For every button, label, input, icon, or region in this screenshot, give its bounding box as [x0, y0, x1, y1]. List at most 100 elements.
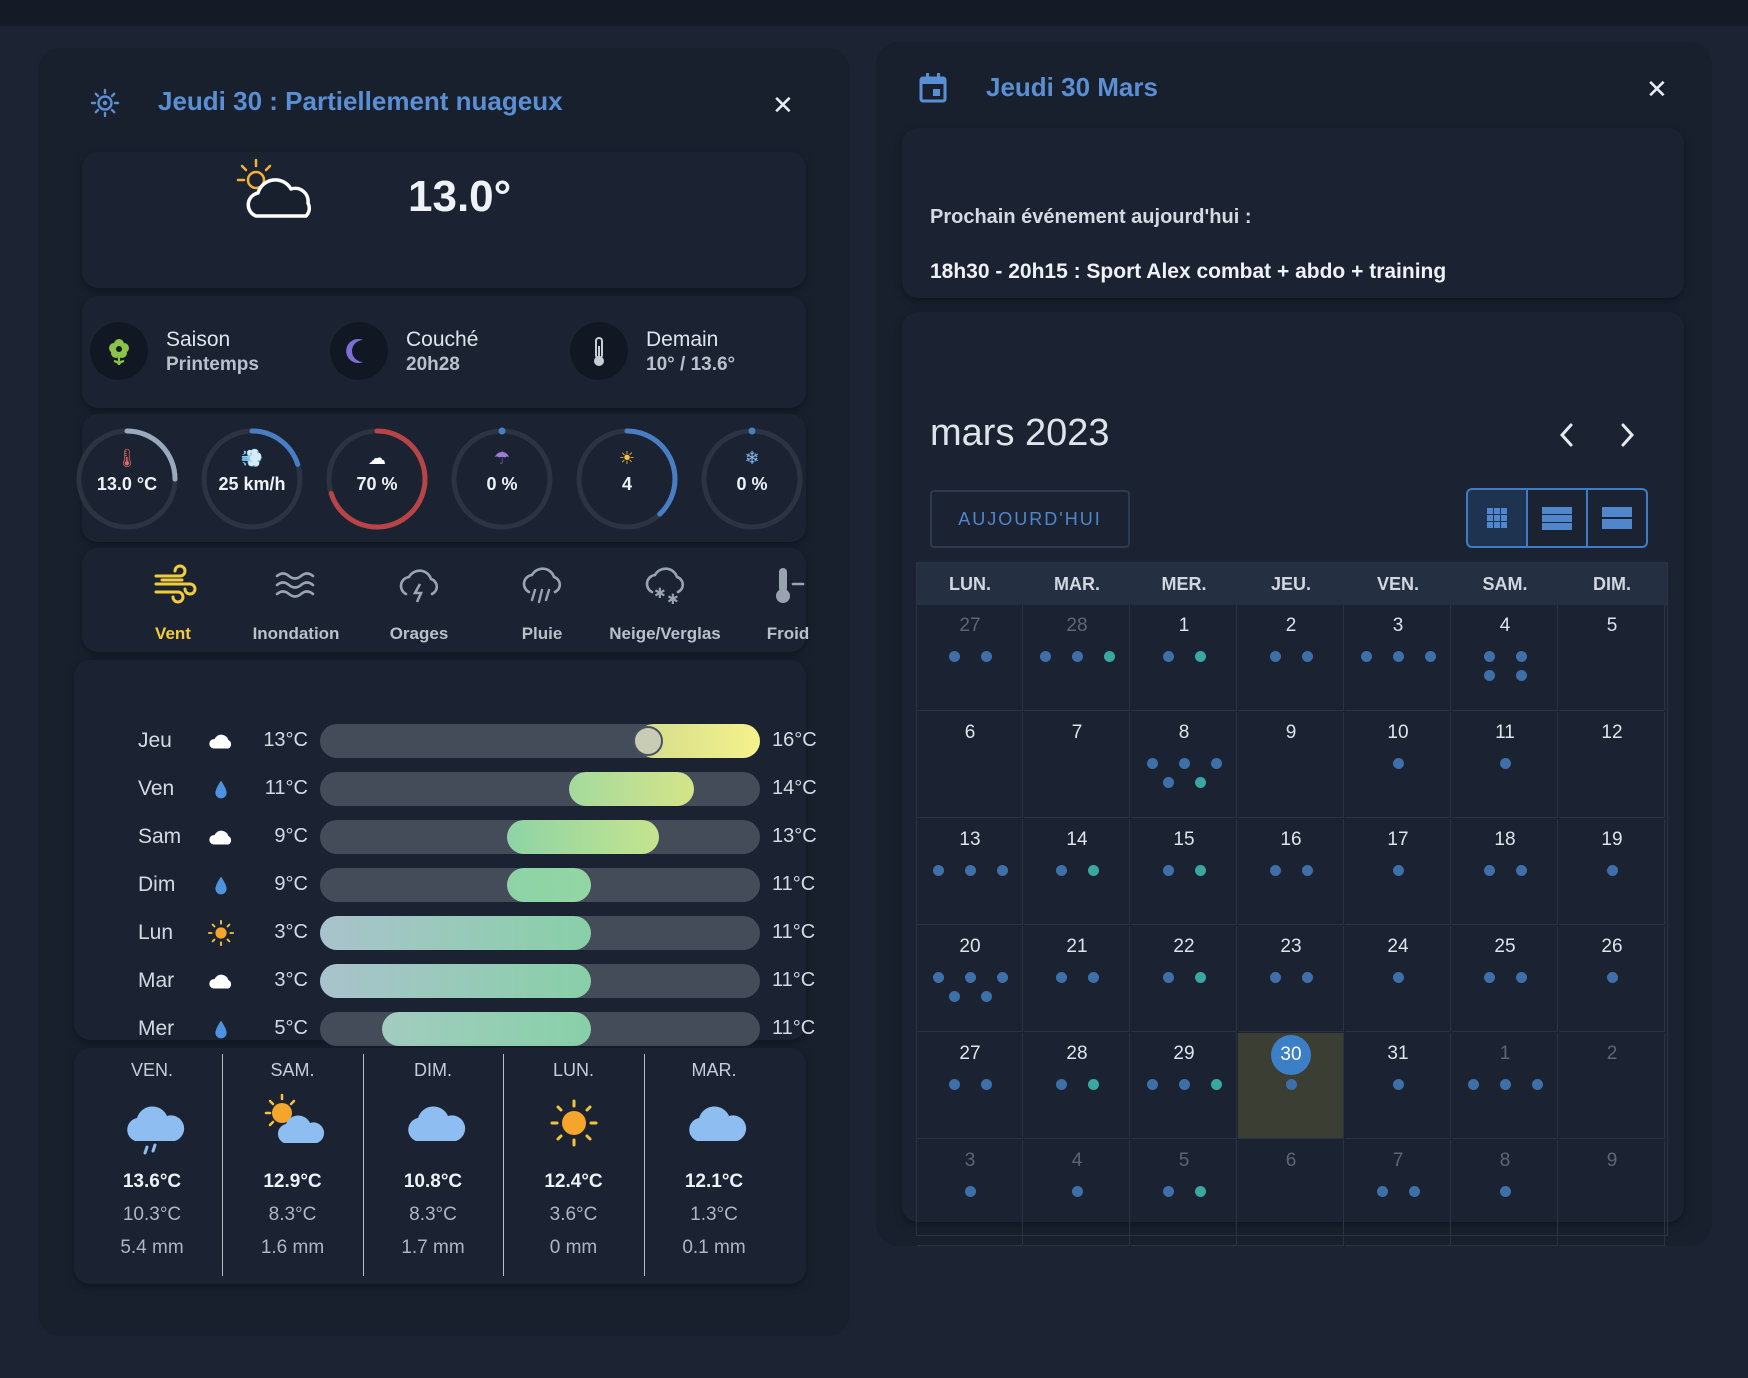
wind-alert-icon[interactable] — [114, 562, 232, 613]
day-cell[interactable]: 29 — [1131, 1033, 1237, 1139]
day-cell[interactable]: 18 — [1452, 819, 1558, 925]
event-dot[interactable] — [1039, 651, 1051, 662]
close-icon[interactable]: ✕ — [772, 92, 794, 118]
event-dot[interactable] — [1103, 651, 1115, 662]
day-cell[interactable]: 17 — [1345, 819, 1451, 925]
snow-ice-icon[interactable]: ✱ ✱ — [606, 562, 724, 613]
event-dot[interactable] — [1269, 972, 1281, 983]
event-dot[interactable] — [1146, 758, 1158, 769]
day-cell[interactable]: 15 — [1131, 819, 1237, 925]
day-cell[interactable]: 2 — [1559, 1033, 1665, 1139]
event-dot[interactable] — [1269, 865, 1281, 876]
event-dot[interactable] — [1499, 758, 1511, 769]
event-dot[interactable] — [1210, 1079, 1222, 1090]
event-dot[interactable] — [1194, 865, 1206, 876]
day-cell[interactable]: 5 — [1559, 605, 1665, 711]
day-cell[interactable]: 31 — [1345, 1033, 1451, 1139]
today-button[interactable]: AUJOURD'HUI — [930, 490, 1130, 548]
event-dot[interactable] — [1055, 1079, 1067, 1090]
event-dot[interactable] — [1483, 865, 1495, 876]
event-dot[interactable] — [1285, 1079, 1297, 1090]
chevron-right-icon[interactable] — [1614, 420, 1640, 450]
event-dot[interactable] — [1531, 1079, 1543, 1090]
event-dot[interactable] — [1392, 758, 1404, 769]
event-dot[interactable] — [1408, 1186, 1420, 1197]
event-dot[interactable] — [1301, 651, 1313, 662]
day-cell[interactable]: 3 — [917, 1140, 1023, 1246]
event-dot[interactable] — [1392, 1079, 1404, 1090]
day-cell[interactable]: 4 — [1024, 1140, 1130, 1246]
event-dot[interactable] — [980, 651, 992, 662]
event-dot[interactable] — [1515, 651, 1527, 662]
next-event-text[interactable]: 18h30 - 20h15 : Sport Alex combat + abdo… — [930, 260, 1446, 284]
event-dot[interactable] — [1392, 972, 1404, 983]
day-cell[interactable]: 8 — [1131, 712, 1237, 818]
storm-icon[interactable] — [360, 562, 478, 613]
event-dot[interactable] — [996, 865, 1008, 876]
event-dot[interactable] — [1515, 865, 1527, 876]
day-cell[interactable]: 28 — [1024, 1033, 1130, 1139]
event-dot[interactable] — [1162, 1186, 1174, 1197]
day-cell[interactable]: 4 — [1452, 605, 1558, 711]
event-dot[interactable] — [1515, 670, 1527, 681]
day-cell[interactable]: 26 — [1559, 926, 1665, 1032]
day-cell[interactable]: 8 — [1452, 1140, 1558, 1246]
event-dot[interactable] — [932, 972, 944, 983]
event-dot[interactable] — [1194, 972, 1206, 983]
event-dot[interactable] — [1194, 1186, 1206, 1197]
event-dot[interactable] — [1392, 865, 1404, 876]
day-cell[interactable]: 16 — [1238, 819, 1344, 925]
month-view-button[interactable] — [1466, 488, 1528, 548]
flood-icon[interactable] — [237, 562, 355, 613]
event-dot[interactable] — [964, 865, 976, 876]
day-cell[interactable]: 28 — [1024, 605, 1130, 711]
day-cell[interactable]: 7 — [1024, 712, 1130, 818]
day-cell[interactable]: 19 — [1559, 819, 1665, 925]
day-cell[interactable]: 7 — [1345, 1140, 1451, 1246]
event-dot[interactable] — [1360, 651, 1372, 662]
event-dot[interactable] — [1087, 972, 1099, 983]
event-dot[interactable] — [1162, 865, 1174, 876]
day-cell[interactable]: 23 — [1238, 926, 1344, 1032]
event-dot[interactable] — [1483, 972, 1495, 983]
cold-icon[interactable] — [729, 562, 847, 613]
event-dot[interactable] — [1162, 972, 1174, 983]
event-dot[interactable] — [948, 651, 960, 662]
event-dot[interactable] — [1467, 1079, 1479, 1090]
day-cell[interactable]: 12 — [1559, 712, 1665, 818]
event-dot[interactable] — [1055, 972, 1067, 983]
day-cell[interactable]: 27 — [917, 1033, 1023, 1139]
day-cell[interactable]: 11 — [1452, 712, 1558, 818]
calendar-icon[interactable] — [918, 72, 948, 104]
day-cell[interactable]: 20 — [917, 926, 1023, 1032]
day-cell[interactable]: 2 — [1238, 605, 1344, 711]
event-dot[interactable] — [1424, 651, 1436, 662]
event-dot[interactable] — [1606, 865, 1618, 876]
day-cell[interactable]: 10 — [1345, 712, 1451, 818]
event-dot[interactable] — [1194, 651, 1206, 662]
event-dot[interactable] — [1499, 1186, 1511, 1197]
day-cell[interactable]: 9 — [1559, 1140, 1665, 1246]
event-dot[interactable] — [1071, 651, 1083, 662]
chevron-left-icon[interactable] — [1554, 420, 1580, 450]
event-dot[interactable] — [1178, 1079, 1190, 1090]
day-cell[interactable]: 27 — [917, 605, 1023, 711]
day-view-button[interactable] — [1586, 488, 1648, 548]
day-cell[interactable]: 22 — [1131, 926, 1237, 1032]
event-dot[interactable] — [1071, 1186, 1083, 1197]
event-dot[interactable] — [1376, 1186, 1388, 1197]
event-dot[interactable] — [1483, 651, 1495, 662]
close-icon[interactable]: ✕ — [1646, 76, 1668, 102]
event-dot[interactable] — [948, 1079, 960, 1090]
event-dot[interactable] — [1162, 777, 1174, 788]
event-dot[interactable] — [1055, 865, 1067, 876]
week-view-button[interactable] — [1526, 488, 1588, 548]
day-cell[interactable]: 6 — [917, 712, 1023, 818]
event-dot[interactable] — [996, 972, 1008, 983]
day-cell[interactable]: 14 — [1024, 819, 1130, 925]
event-dot[interactable] — [1087, 865, 1099, 876]
event-dot[interactable] — [932, 865, 944, 876]
event-dot[interactable] — [1499, 1079, 1511, 1090]
day-cell[interactable]: 24 — [1345, 926, 1451, 1032]
event-dot[interactable] — [1392, 651, 1404, 662]
